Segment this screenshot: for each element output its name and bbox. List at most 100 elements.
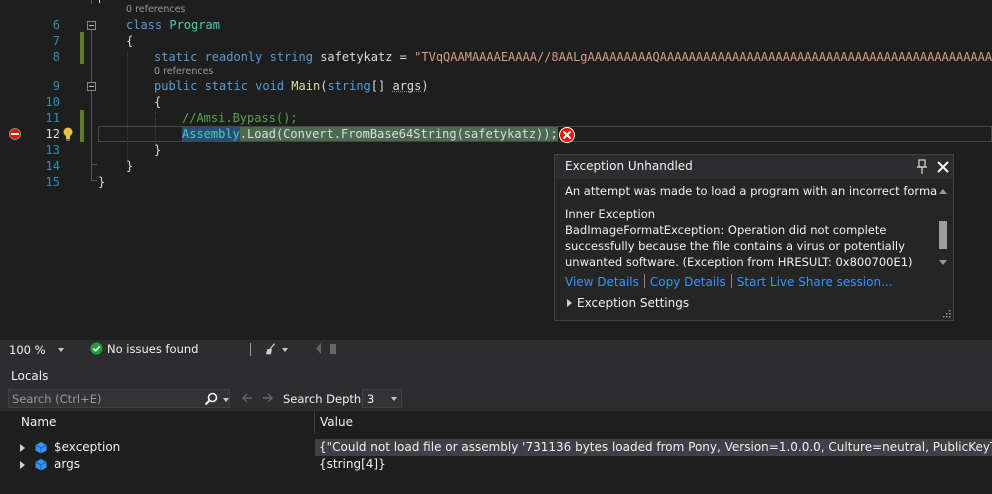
code-line-10: 10 { <box>0 94 992 110</box>
method-frombase64: FromBase64String <box>340 127 457 141</box>
live-share-link[interactable]: Start Live Share session... <box>737 275 893 289</box>
variable-icon <box>35 459 47 471</box>
line-number: 9 <box>52 79 60 93</box>
open-brace: { <box>154 95 162 109</box>
link-separator <box>730 274 732 288</box>
keyword: string <box>327 79 371 93</box>
line-8-text: static readonly string safetykatz = "TVq… <box>154 49 992 65</box>
table-row[interactable]: $exception {"Could not load file or asse… <box>0 439 992 456</box>
table-row[interactable]: args {string[4]} <box>0 456 992 473</box>
pane-splitter[interactable] <box>0 359 992 367</box>
code-editor[interactable]: 0 references 0 references 6 class Progra… <box>0 0 992 340</box>
arrow-right-icon[interactable] <box>261 391 275 405</box>
array-brackets: [] <box>370 79 393 93</box>
keyword: static readonly <box>154 50 263 64</box>
inner-exception-heading: Inner Exception <box>565 207 656 221</box>
locals-search-box[interactable] <box>8 389 230 408</box>
view-details-link[interactable]: View Details <box>565 275 639 289</box>
locals-title-bar: Locals <box>0 367 992 387</box>
column-header-name[interactable]: Name <box>21 413 56 431</box>
pin-icon[interactable] <box>915 159 929 175</box>
exception-message-area: An attempt was made to load a program wi… <box>565 179 937 271</box>
keyword: string <box>269 50 313 64</box>
search-icon[interactable] <box>204 392 218 406</box>
exception-settings-toggle[interactable]: Exception Settings <box>567 296 689 310</box>
class-name: Program <box>169 18 220 32</box>
line-12-text: Assembly.Load(Convert.FromBase64String(s… <box>182 126 558 142</box>
variable-value[interactable]: {string[4]} <box>315 456 992 473</box>
line-number: 8 <box>52 50 60 64</box>
paren: ) <box>421 79 429 93</box>
horizontal-scroll-thumb[interactable] <box>330 344 336 354</box>
keyword: class <box>126 18 163 32</box>
code-line-8: 8 static readonly string safetykatz = "T… <box>0 49 992 65</box>
expand-icon[interactable] <box>20 461 25 469</box>
method-load: Load <box>247 127 276 141</box>
chevron-down-icon <box>391 397 397 401</box>
variable-name: $exception <box>54 440 121 454</box>
code-cleanup-button[interactable] <box>264 341 292 357</box>
field-name: safetykatz <box>320 50 393 64</box>
code-line-9: 9 public static void Main(string[] args) <box>0 78 992 94</box>
variable-icon <box>35 442 47 454</box>
line-number: 14 <box>45 159 60 173</box>
dot: . <box>333 127 341 141</box>
zoom-level: 100 % <box>9 343 46 357</box>
resize-grip-icon[interactable] <box>941 308 951 318</box>
fold-guide-top <box>91 0 92 4</box>
chevron-down-icon[interactable] <box>223 398 229 402</box>
copy-details-link[interactable]: Copy Details <box>650 275 726 289</box>
open-brace: { <box>126 34 134 48</box>
close-brace: } <box>154 143 162 157</box>
check-circle-icon <box>90 342 103 355</box>
line-number: 10 <box>45 95 60 109</box>
string-literal: "TVqQAAMAAAAEAAAA//8AALgAAAAAAAAAQAAAAAA… <box>414 50 992 64</box>
scroll-up-icon[interactable] <box>939 189 947 194</box>
scroll-down-icon[interactable] <box>939 260 947 265</box>
keyword: void <box>255 79 285 93</box>
param-name: args <box>392 79 422 93</box>
scrollbar-thumb[interactable] <box>939 221 947 249</box>
main-references-lens[interactable]: 0 references <box>154 67 213 77</box>
close-icon[interactable] <box>935 159 951 175</box>
class-references-lens[interactable]: 0 references <box>126 5 185 15</box>
exception-popup-header[interactable]: Exception Unhandled <box>555 155 953 179</box>
arguments: (safetykatz)); <box>456 127 558 141</box>
column-separator[interactable] <box>314 411 315 433</box>
scroll-left-icon[interactable] <box>316 343 322 354</box>
selected-text: Assembly <box>182 127 240 141</box>
chevron-down-icon <box>282 348 288 352</box>
search-depth-dropdown[interactable]: 3 <box>362 389 402 408</box>
expand-icon <box>567 299 572 307</box>
line-number: 11 <box>45 111 60 125</box>
locals-window: Locals Search Depth: 3 Name Value <box>0 359 992 494</box>
code-line-12: 12 Assembly.Load(Convert.FromBase64Strin… <box>0 126 992 142</box>
locals-toolbar: Search Depth: 3 <box>0 387 992 411</box>
line-number: 6 <box>52 18 60 32</box>
link-separator <box>643 274 645 288</box>
variable-value[interactable]: {"Could not load file or assembly '73113… <box>315 439 992 456</box>
line-number: 15 <box>45 175 60 189</box>
exception-popup: Exception Unhandled An attempt was made … <box>554 154 954 321</box>
exception-scrollbar[interactable] <box>937 187 949 267</box>
inner-exception-text: BadImageFormatException: Operation did n… <box>565 223 913 269</box>
keyword: public static <box>154 79 248 93</box>
search-depth-label: Search Depth: <box>283 392 366 406</box>
exception-message: An attempt was made to load a program wi… <box>565 184 937 198</box>
locals-search-input[interactable] <box>12 391 197 406</box>
search-depth-value: 3 <box>367 392 375 406</box>
broom-icon <box>265 343 276 355</box>
line-9-text: public static void Main(string[] args) <box>154 78 429 94</box>
column-header-value[interactable]: Value <box>320 413 353 431</box>
brace-fragment <box>99 0 103 3</box>
expand-icon[interactable] <box>20 444 25 452</box>
line-number: 12 <box>45 127 60 141</box>
code-line-6: 6 class Program <box>0 17 992 33</box>
arrow-left-icon[interactable] <box>240 391 254 405</box>
locals-title: Locals <box>11 369 49 383</box>
zoom-dropdown[interactable]: 100 % <box>4 341 66 358</box>
exception-links: View Details Copy Details Start Live Share… <box>565 274 893 289</box>
exception-statement: .Load(Convert.FromBase64String(safetykat… <box>239 127 558 141</box>
line-6-text: class Program <box>126 17 220 33</box>
error-icon[interactable] <box>559 127 575 143</box>
